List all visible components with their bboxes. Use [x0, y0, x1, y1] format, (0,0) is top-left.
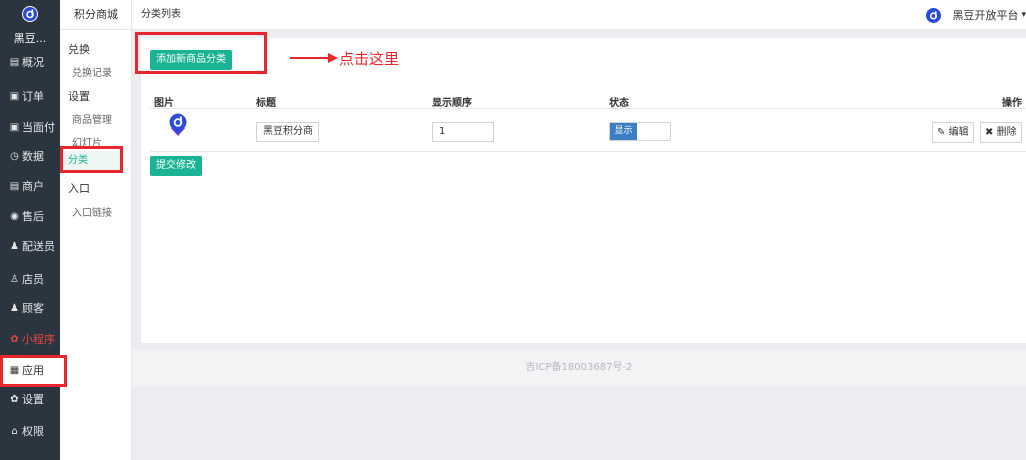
- column-header-order: 显示顺序: [432, 98, 472, 109]
- annotation-box-category: [60, 146, 123, 173]
- platform-logo-icon: [926, 7, 942, 23]
- overview-icon: ▤: [9, 56, 20, 68]
- submenu-group-settings: 设置: [68, 90, 90, 103]
- submenu-group-entry: 入口: [68, 182, 90, 195]
- close-icon: ✖: [985, 127, 994, 138]
- edit-button[interactable]: ✎ 编辑: [932, 122, 974, 143]
- column-header-image: 图片: [154, 98, 174, 109]
- category-title-input[interactable]: 黑豆积分商: [256, 122, 319, 142]
- submenu-item-entry-link[interactable]: 入口链接: [72, 204, 112, 219]
- clerk-icon: ♙: [10, 273, 19, 285]
- app-root: 黑豆... ▤ 概况 ▣ 订单 ▣ 当面付 ◷ 数据 ▤ 商户 ◉ 售后 ♟ 配…: [0, 0, 1026, 460]
- sidebar-item-label: 当面付: [22, 121, 55, 134]
- column-header-title: 标题: [256, 98, 276, 109]
- sidebar-item-label: 订单: [22, 90, 44, 103]
- merchant-icon: ▤: [9, 180, 20, 192]
- column-header-status: 状态: [609, 98, 629, 109]
- sidebar-item-label: 设置: [22, 393, 44, 406]
- submenu-group-exchange: 兑换: [68, 43, 90, 56]
- sidebar-item-mini-program[interactable]: ✿ 小程序: [0, 324, 60, 354]
- edit-icon: ✎: [937, 127, 946, 138]
- status-on-label: 显示: [610, 123, 637, 140]
- sidebar-item-permission[interactable]: ⌂ 权限: [0, 416, 60, 446]
- delete-label: 删除: [996, 127, 1017, 138]
- annotation-box-add-button: [135, 32, 267, 74]
- sidebar-item-merchant[interactable]: ▤ 商户: [0, 171, 60, 201]
- icp-record-text: 吉ICP备18003687号-2: [525, 362, 633, 373]
- annotation-arrow-icon: [290, 53, 338, 63]
- shop-name: 黑豆...: [13, 32, 47, 45]
- mini-program-icon: ✿: [10, 333, 19, 345]
- sidebar-item-label: 数据: [22, 150, 44, 163]
- delete-button[interactable]: ✖ 删除: [980, 122, 1022, 143]
- sidebar-item-label: 顾客: [22, 302, 44, 315]
- top-bar: 分类列表 黑豆开放平台 ▾: [132, 0, 1026, 30]
- status-toggle[interactable]: 显示: [609, 122, 671, 141]
- sidebar-item-customer[interactable]: ♟ 顾客: [0, 293, 60, 323]
- sidebar-item-label: 小程序: [22, 333, 55, 346]
- row-divider: [150, 151, 1026, 152]
- permission-icon: ⌂: [11, 425, 18, 437]
- data-icon: ◷: [10, 150, 19, 162]
- sidebar-item-after-sale[interactable]: ◉ 售后: [0, 201, 60, 231]
- sidebar-item-label: 配送员: [22, 240, 55, 253]
- after-sale-icon: ◉: [10, 210, 19, 222]
- submenu-item-goods-manage[interactable]: 商品管理: [72, 111, 112, 126]
- main-sidebar: 黑豆... ▤ 概况 ▣ 订单 ▣ 当面付 ◷ 数据 ▤ 商户 ◉ 售后 ♟ 配…: [0, 0, 60, 460]
- sidebar-item-label: 店员: [22, 273, 44, 286]
- annotation-text: 点击这里: [339, 50, 400, 68]
- platform-menu[interactable]: 黑豆开放平台 ▾: [926, 0, 1026, 30]
- category-image-icon: [168, 113, 188, 137]
- sidebar-item-courier[interactable]: ♟ 配送员: [0, 231, 60, 261]
- sidebar-item-label: 售后: [22, 210, 44, 223]
- settings-icon: ✿: [10, 393, 19, 405]
- submenu-panel: 积分商城 兑换 兑换记录 设置 商品管理 幻灯片 分类 入口 入口链接: [60, 0, 132, 460]
- sidebar-item-label: 概况: [22, 56, 44, 69]
- sidebar-item-data[interactable]: ◷ 数据: [0, 141, 60, 171]
- submenu-item-exchange-records[interactable]: 兑换记录: [72, 64, 112, 79]
- sidebar-item-settings[interactable]: ✿ 设置: [0, 384, 60, 414]
- main-area: 添加新商品分类 图片 标题 显示顺序 状态 操作 黑豆积分商 1 显示 ✎ 编辑…: [132, 30, 1026, 460]
- edit-label: 编辑: [948, 127, 969, 138]
- footer: 吉ICP备18003687号-2: [132, 350, 1026, 386]
- row-divider: [150, 108, 1026, 109]
- platform-name: 黑豆开放平台: [952, 9, 1019, 22]
- sidebar-item-label: 权限: [22, 425, 44, 438]
- category-list-card: 添加新商品分类 图片 标题 显示顺序 状态 操作 黑豆积分商 1 显示 ✎ 编辑…: [141, 38, 1026, 343]
- chevron-down-icon: ▾: [1021, 10, 1026, 20]
- shop-logo-icon: [22, 6, 38, 22]
- sidebar-item-face-pay[interactable]: ▣ 当面付: [0, 112, 60, 142]
- column-header-actions: 操作: [1002, 98, 1022, 109]
- display-order-input[interactable]: 1: [432, 122, 494, 142]
- submenu-title: 积分商城: [60, 0, 132, 30]
- sidebar-item-orders[interactable]: ▣ 订单: [0, 81, 60, 111]
- order-icon: ▣: [9, 90, 20, 102]
- shop-logo-area[interactable]: 黑豆...: [0, 0, 60, 52]
- sidebar-item-clerk[interactable]: ♙ 店员: [0, 264, 60, 294]
- sidebar-item-label: 商户: [22, 180, 44, 193]
- courier-icon: ♟: [10, 240, 19, 252]
- customer-icon: ♟: [10, 302, 19, 314]
- submit-changes-button[interactable]: 提交修改: [150, 156, 202, 176]
- page-title: 分类列表: [141, 9, 181, 20]
- annotation-box-apps: [0, 355, 67, 387]
- face-pay-icon: ▣: [9, 121, 20, 133]
- sidebar-item-overview[interactable]: ▤ 概况: [0, 47, 60, 77]
